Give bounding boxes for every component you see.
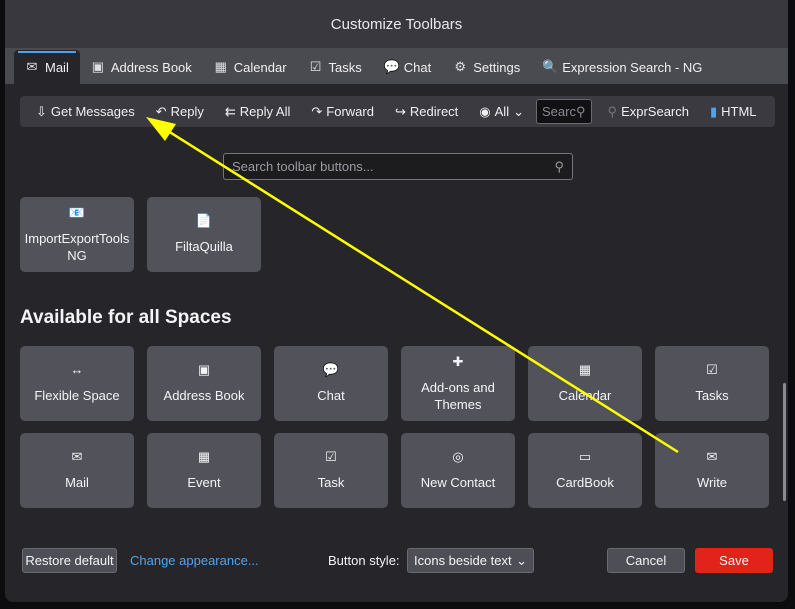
toolbar-item-tile[interactable]: 📧 ImportExportTools NG: [20, 197, 134, 272]
change-appearance-link[interactable]: Change appearance...: [130, 553, 259, 568]
event-icon: ▦: [197, 449, 211, 464]
chat-icon: 💬: [383, 59, 400, 74]
flexible-space-icon: ↔: [70, 362, 84, 377]
tab-settings[interactable]: ⚙ Settings: [442, 50, 531, 84]
toolbar-item-tile[interactable]: ▣ Address Book: [147, 346, 261, 421]
write-icon: ✉: [706, 449, 718, 464]
task-icon: ☑: [325, 449, 337, 464]
address-book-icon: ▣: [197, 362, 211, 377]
forward-button[interactable]: ↷ Forward: [311, 104, 374, 120]
get-messages-button[interactable]: ⇩ Get Messages: [36, 104, 135, 120]
search-icon: ⚲: [554, 158, 564, 174]
toolbar-search-field[interactable]: Search⚲: [536, 99, 592, 124]
reply-button[interactable]: ↶ Reply: [156, 104, 204, 120]
scrollbar[interactable]: [783, 383, 786, 501]
customize-toolbars-dialog: Customize Toolbars ✉ Mail ▣ Address Book ▦ Ca…: [5, 0, 788, 602]
puzzle-icon: ✚: [452, 353, 464, 369]
chevron-down-icon: ⌄: [516, 552, 527, 568]
eye-icon: ◉: [479, 103, 491, 119]
gear-icon: ⚙: [454, 59, 467, 74]
clipboard-icon: ☑: [706, 362, 718, 377]
chat-icon: 💬: [322, 362, 340, 377]
toolbar-item-tile[interactable]: 📄 FiltaQuilla: [147, 197, 261, 272]
spaces-tab-bar: ✉ Mail ▣ Address Book ▦ Calendar ☑ Tasks 💬 Chat ⚙ S…: [5, 48, 788, 84]
magnifier-icon: ⚲: [607, 103, 618, 119]
envelope-icon: ✉: [26, 59, 38, 74]
importexporttools-icon: 📧: [68, 204, 86, 220]
button-style-select[interactable]: Icons beside text ⌄: [407, 548, 534, 573]
forward-icon: ↷: [311, 103, 323, 119]
cloud-download-icon: ⇩: [36, 103, 47, 119]
search-toolbar-buttons-input[interactable]: Search toolbar buttons... ⚲: [223, 153, 573, 180]
redirect-button[interactable]: ↪ Redirect: [395, 104, 458, 120]
redirect-icon: ↪: [394, 103, 406, 119]
toolbar-item-tile[interactable]: ▦ Event: [147, 433, 261, 508]
filtaquilla-icon: 📄: [195, 213, 213, 228]
reply-all-button[interactable]: ⇇ Reply All: [225, 104, 290, 120]
calendar-icon: ▦: [214, 59, 227, 74]
toolbar-item-tile[interactable]: ▭ CardBook: [528, 433, 642, 508]
magnifier-icon: 🔍: [542, 59, 559, 74]
toolbar-item-tile[interactable]: ↔ Flexible Space: [20, 346, 134, 421]
tab-address-book[interactable]: ▣ Address Book: [80, 50, 203, 84]
toolbar-item-tile[interactable]: ◎ New Contact: [401, 433, 515, 508]
calendar-icon: ▦: [578, 362, 592, 377]
save-button[interactable]: Save: [695, 548, 773, 573]
html-button[interactable]: ▮ HTML: [710, 104, 757, 120]
toolbar-item-tile[interactable]: ☑ Tasks: [655, 346, 769, 421]
toolbar-preview: ⇩ Get Messages ↶ Reply ⇇ Reply All ↷ Forward…: [20, 96, 775, 127]
toolbar-item-tile[interactable]: ▦ Calendar: [528, 346, 642, 421]
cancel-button[interactable]: Cancel: [607, 548, 685, 573]
html-icon: ▮: [709, 103, 718, 119]
chevron-down-icon: ⌄: [513, 103, 524, 119]
button-style-label: Button style:: [328, 553, 400, 568]
toolbar-item-tile[interactable]: ☑ Task: [274, 433, 388, 508]
cardbook-icon: ▭: [578, 449, 592, 464]
search-icon: ⚲: [576, 103, 586, 119]
tab-tasks[interactable]: ☑ Tasks: [298, 50, 373, 84]
section-heading: Available for all Spaces: [20, 307, 232, 328]
tab-expression-search-ng[interactable]: 🔍 Expression Search - NG: [531, 50, 713, 84]
reply-icon: ↶: [155, 103, 167, 119]
toolbar-item-tile[interactable]: ✉ Write: [655, 433, 769, 508]
tab-chat[interactable]: 💬 Chat: [373, 50, 442, 84]
restore-default-button[interactable]: Restore default: [22, 548, 117, 573]
tab-mail[interactable]: ✉ Mail: [14, 50, 80, 84]
toolbar-item-tile[interactable]: ✉ Mail: [20, 433, 134, 508]
clipboard-icon: ☑: [309, 59, 322, 74]
quick-filter-all-button[interactable]: ◉ All ⌄: [479, 104, 524, 120]
exprsearch-button[interactable]: ⚲ ExprSearch: [608, 104, 689, 120]
tab-calendar[interactable]: ▦ Calendar: [203, 50, 298, 84]
toolbar-item-tile[interactable]: 💬 Chat: [274, 346, 388, 421]
new-contact-icon: ◎: [452, 449, 464, 464]
envelope-icon: ✉: [71, 449, 83, 464]
reply-all-icon: ⇇: [224, 103, 236, 119]
address-book-icon: ▣: [91, 59, 104, 74]
dialog-title: Customize Toolbars: [5, 0, 788, 48]
toolbar-item-tile[interactable]: ✚ Add-ons and Themes: [401, 346, 515, 421]
